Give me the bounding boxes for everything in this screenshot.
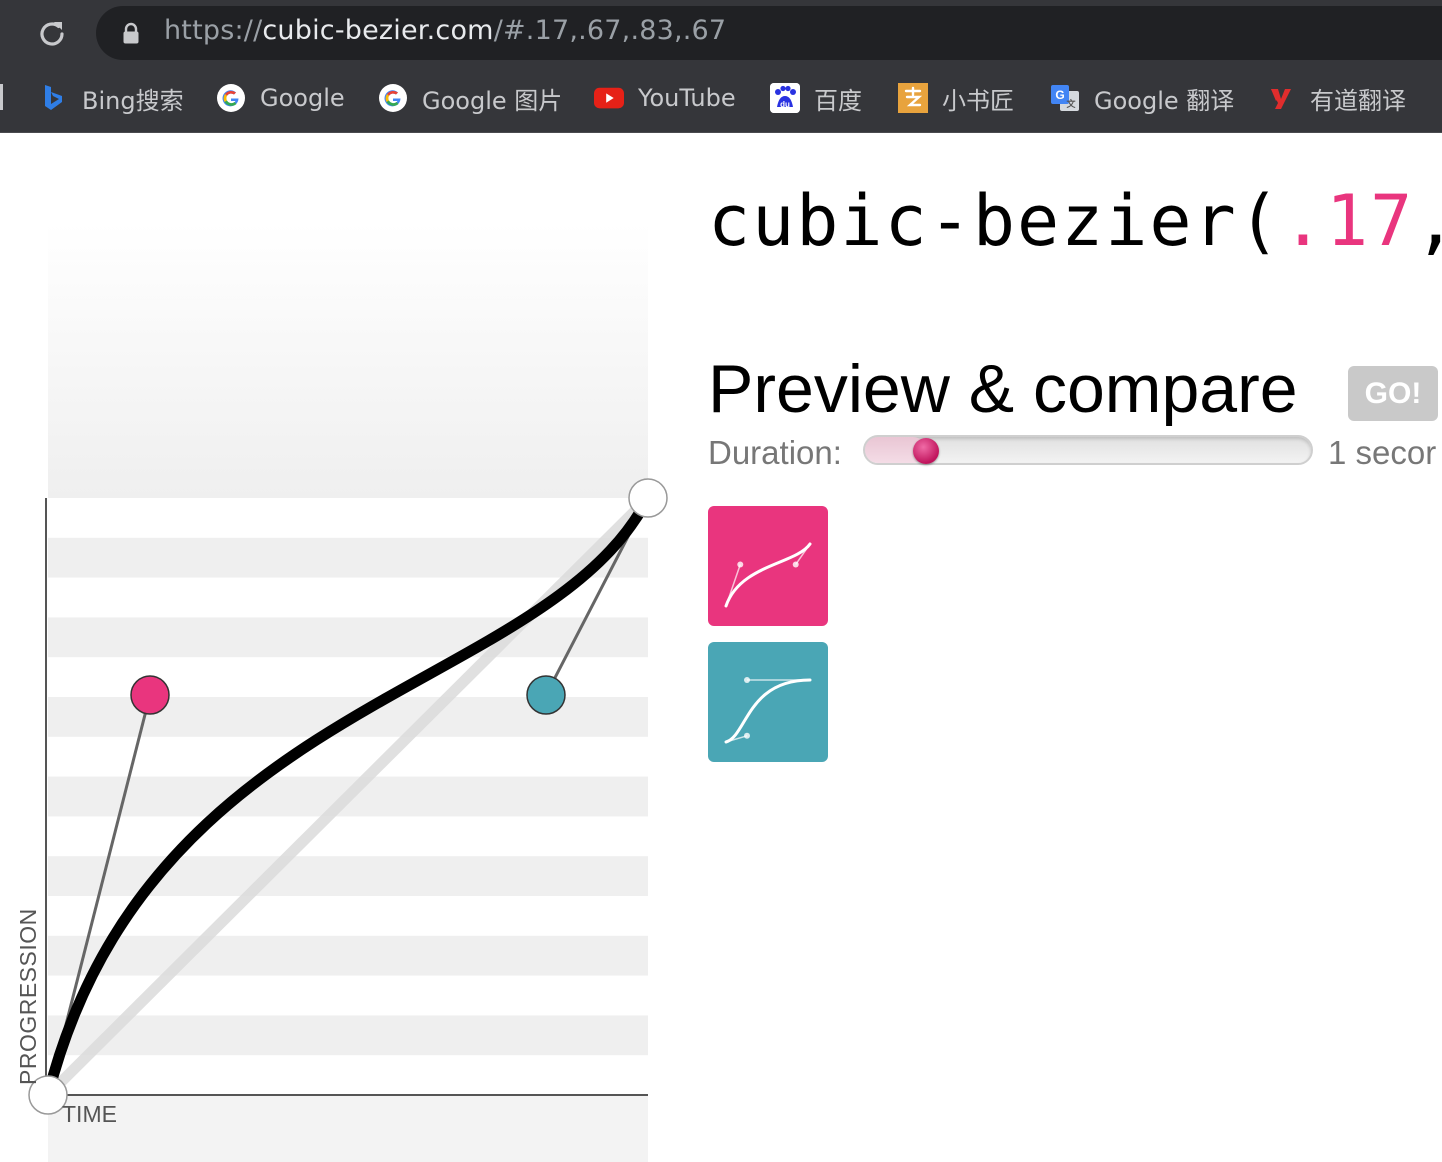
grid-band bbox=[48, 1015, 648, 1056]
control-point-1[interactable] bbox=[130, 675, 170, 715]
lock-icon bbox=[123, 22, 139, 44]
bookmark-google-translate[interactable]: G文 Google 翻译 bbox=[1050, 80, 1234, 116]
youdao-icon bbox=[1266, 83, 1296, 113]
url-host: cubic-bezier.com bbox=[262, 15, 494, 46]
url-scheme: https:// bbox=[164, 15, 263, 46]
go-button[interactable]: GO! bbox=[1348, 366, 1438, 421]
bookmark-overflow-edge bbox=[0, 84, 3, 110]
formula-prefix: cubic-bezier( bbox=[708, 180, 1282, 262]
grid-band bbox=[48, 935, 648, 976]
url-path: /#.17,.67,.83,.67 bbox=[493, 15, 727, 46]
thumb-curve bbox=[724, 678, 812, 744]
bookmark-xiaoshujiang[interactable]: 小书匠 bbox=[898, 80, 1014, 116]
end-point bbox=[628, 478, 668, 518]
bookmark-youdao[interactable]: 有道翻译 bbox=[1266, 80, 1406, 116]
xiaoshujiang-icon bbox=[898, 83, 928, 113]
curve-thumbnail-icon bbox=[724, 677, 812, 744]
bezier-formula: cubic-bezier(.17, . bbox=[708, 180, 1442, 262]
thumb-control-2 bbox=[744, 677, 750, 683]
reload-icon bbox=[40, 22, 64, 46]
bookmark-label: Google bbox=[260, 84, 345, 112]
bookmark-baidu[interactable]: du 百度 bbox=[770, 80, 862, 116]
formula-separator: , bbox=[1414, 180, 1442, 262]
thumb-curve bbox=[724, 542, 812, 608]
grid-band bbox=[48, 537, 648, 578]
browser-toolbar: https://cubic-bezier.com/#.17,.67,.83,.6… bbox=[0, 0, 1442, 66]
youtube-icon bbox=[594, 83, 624, 113]
thumb-control-1 bbox=[737, 561, 744, 568]
bookmark-youtube[interactable]: YouTube bbox=[594, 80, 736, 116]
compare-swatch-ease[interactable] bbox=[708, 642, 828, 762]
thumb-control-1 bbox=[744, 732, 750, 739]
reload-button[interactable] bbox=[34, 16, 70, 52]
y-axis-label: PROGRESSION bbox=[15, 908, 41, 1085]
thumb-control-2 bbox=[792, 561, 799, 568]
google-icon bbox=[378, 83, 408, 113]
duration-label: Duration: bbox=[708, 434, 842, 471]
bookmark-bing[interactable]: Bing搜索 bbox=[38, 80, 184, 116]
grid-band bbox=[48, 856, 648, 896]
bookmark-label: 有道翻译 bbox=[1310, 86, 1406, 115]
bookmark-google[interactable]: Google bbox=[216, 80, 345, 116]
duration-slider[interactable] bbox=[863, 435, 1313, 465]
bookmark-label: Google 翻译 bbox=[1094, 86, 1235, 115]
graph-overflow-top bbox=[48, 223, 648, 498]
svg-text:du: du bbox=[780, 100, 790, 109]
bing-icon bbox=[38, 83, 68, 113]
baidu-icon: du bbox=[770, 83, 800, 113]
bookmark-label: Bing搜索 bbox=[82, 86, 184, 115]
bookmark-label: YouTube bbox=[638, 84, 736, 112]
duration-value: 1 secor bbox=[1328, 434, 1437, 471]
compare-swatch-current[interactable] bbox=[708, 506, 828, 626]
bezier-canvas[interactable] bbox=[0, 133, 700, 1162]
google-icon bbox=[216, 83, 246, 113]
svg-text:文: 文 bbox=[1065, 98, 1076, 110]
grid-band bbox=[48, 617, 648, 658]
bookmark-google-images[interactable]: Google 图片 bbox=[378, 80, 562, 116]
google-translate-icon: G文 bbox=[1050, 83, 1080, 113]
bookmark-label: Google 图片 bbox=[422, 86, 563, 115]
preview-title: Preview & compare bbox=[708, 351, 1298, 427]
x-axis-label: TIME bbox=[62, 1101, 117, 1127]
bookmark-label: 百度 bbox=[814, 86, 862, 115]
duration-slider-thumb[interactable] bbox=[913, 438, 940, 464]
url-text[interactable]: https://cubic-bezier.com/#.17,.67,.83,.6… bbox=[164, 15, 726, 46]
graph-overflow-bottom bbox=[48, 1095, 648, 1162]
curve-thumbnail-icon bbox=[724, 542, 812, 608]
bezier-graph bbox=[0, 133, 700, 1162]
bookmark-label: 小书匠 bbox=[942, 86, 1014, 115]
svg-text:G: G bbox=[1055, 88, 1064, 102]
formula-p1x: .17 bbox=[1281, 180, 1415, 262]
bookmarks-bar: Bing搜索 Google Google 图片 YouTube du 百度 小书… bbox=[0, 66, 1442, 133]
control-point-2[interactable] bbox=[526, 675, 566, 715]
